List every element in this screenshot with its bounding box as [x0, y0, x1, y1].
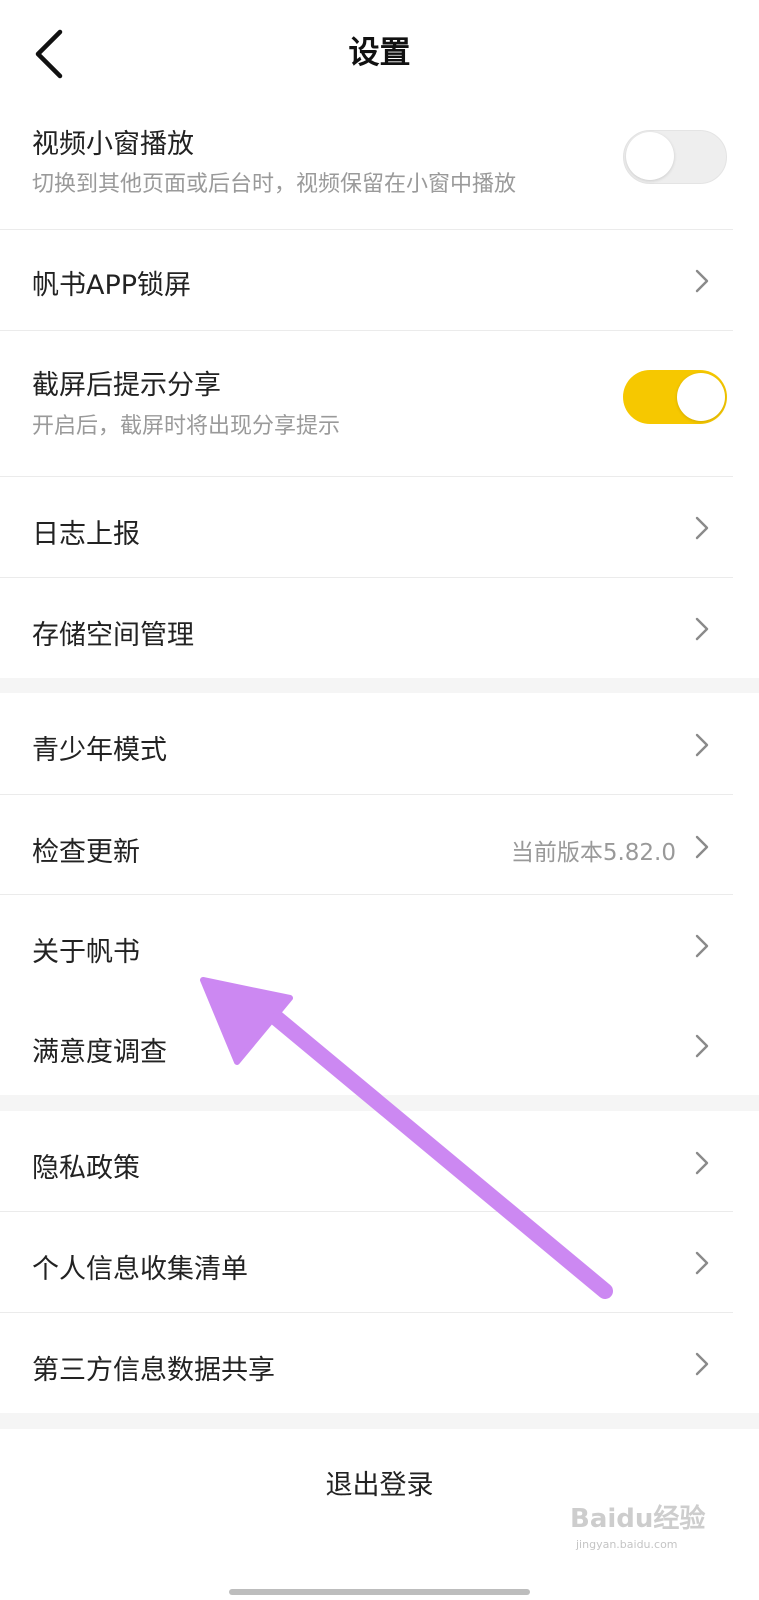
chevron-right-icon: [695, 1151, 709, 1175]
chevron-right-icon: [695, 1034, 709, 1058]
chevron-right-icon: [695, 269, 709, 293]
setting-label: 检查更新: [32, 837, 140, 868]
video-pip-toggle[interactable]: [623, 130, 727, 184]
setting-row-privacy-policy[interactable]: 隐私政策: [0, 1111, 759, 1212]
toggle-knob: [626, 132, 674, 180]
chevron-right-icon: [695, 733, 709, 757]
setting-row-about[interactable]: 关于帆书: [0, 895, 759, 995]
chevron-right-icon: [695, 835, 709, 859]
setting-label: 关于帆书: [32, 937, 140, 968]
current-version-text: 当前版本5.82.0: [510, 840, 676, 866]
setting-label: 满意度调查: [32, 1037, 167, 1068]
watermark-sub-text: jingyan.baidu.com: [576, 1538, 678, 1551]
setting-sublabel: 开启后，截屏时将出现分享提示: [32, 414, 341, 439]
setting-label: 存储空间管理: [32, 620, 194, 651]
chevron-right-icon: [695, 617, 709, 641]
setting-label: 青少年模式: [32, 735, 167, 766]
chevron-right-icon: [695, 934, 709, 958]
setting-row-log-report[interactable]: 日志上报: [0, 477, 759, 578]
chevron-right-icon: [695, 516, 709, 540]
setting-row-storage[interactable]: 存储空间管理: [0, 578, 759, 678]
home-indicator[interactable]: [229, 1589, 530, 1595]
setting-row-survey[interactable]: 满意度调查: [0, 995, 759, 1095]
settings-group-app: 青少年模式 检查更新 当前版本5.82.0 关于帆书 满意度调查: [0, 693, 759, 1095]
logout-label: 退出登录: [325, 1470, 434, 1501]
setting-label: 帆书APP锁屏: [32, 270, 192, 301]
header-bar: 设置: [0, 0, 759, 106]
setting-sublabel: 切换到其他页面或后台时，视频保留在小窗中播放: [32, 172, 517, 197]
chevron-right-icon: [695, 1352, 709, 1376]
settings-group-privacy: 隐私政策 个人信息收集清单 第三方信息数据共享: [0, 1111, 759, 1413]
page-title: 设置: [348, 35, 411, 71]
watermark-main-text: Baidu经验: [570, 1504, 706, 1534]
chevron-right-icon: [695, 1251, 709, 1275]
setting-row-video-pip: 视频小窗播放 切换到其他页面或后台时，视频保留在小窗中播放: [0, 106, 759, 230]
setting-row-screenshot-share: 截屏后提示分享 开启后，截屏时将出现分享提示: [0, 331, 759, 477]
setting-label: 隐私政策: [32, 1153, 140, 1184]
setting-label: 视频小窗播放: [32, 129, 194, 160]
setting-row-app-lock[interactable]: 帆书APP锁屏: [0, 230, 759, 331]
setting-label: 截屏后提示分享: [32, 370, 221, 401]
toggle-knob: [677, 373, 725, 421]
screenshot-share-toggle[interactable]: [623, 370, 727, 424]
setting-row-personal-info-list[interactable]: 个人信息收集清单: [0, 1212, 759, 1313]
setting-label: 第三方信息数据共享: [32, 1355, 275, 1386]
setting-row-check-update[interactable]: 检查更新 当前版本5.82.0: [0, 795, 759, 895]
baidu-jingyan-watermark: Baidu经验 jingyan.baidu.com: [570, 1498, 750, 1551]
setting-label: 日志上报: [32, 519, 140, 550]
setting-label: 个人信息收集清单: [32, 1254, 248, 1285]
setting-row-third-party-sharing[interactable]: 第三方信息数据共享: [0, 1313, 759, 1413]
settings-group-general: 视频小窗播放 切换到其他页面或后台时，视频保留在小窗中播放 帆书APP锁屏 截屏…: [0, 106, 759, 678]
setting-row-teen-mode[interactable]: 青少年模式: [0, 693, 759, 795]
